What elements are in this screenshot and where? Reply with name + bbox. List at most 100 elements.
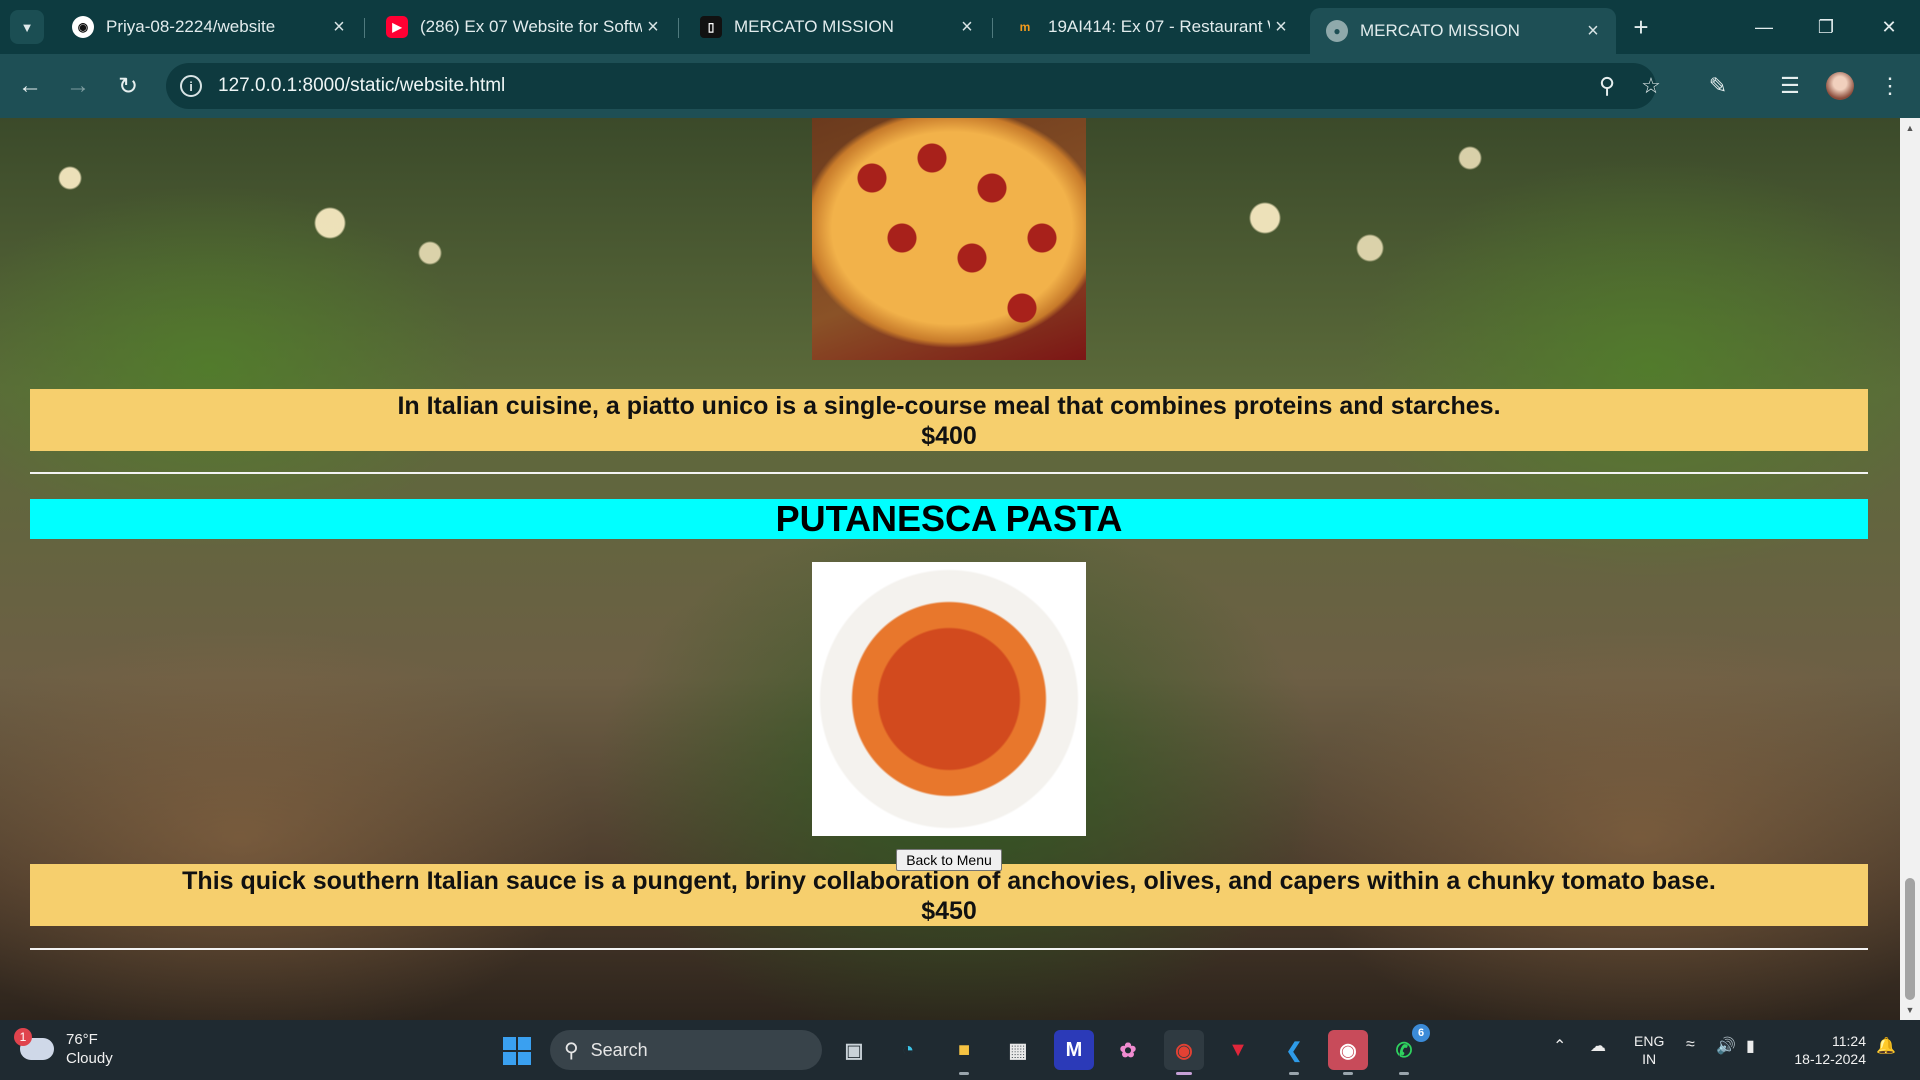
- store-icon[interactable]: ▦: [998, 1030, 1038, 1070]
- tab-title: (286) Ex 07 Website for Softw: [420, 17, 642, 36]
- onedrive-icon[interactable]: ☁: [1590, 1036, 1606, 1056]
- tab-mercato-1[interactable]: ▯ MERCATO MISSION ×: [684, 8, 990, 46]
- dish-description-box: In Italian cuisine, a piatto unico is a …: [30, 389, 1868, 451]
- section-divider: [30, 472, 1868, 474]
- weather-condition: Cloudy: [66, 1050, 113, 1067]
- recorder-icon[interactable]: ◉: [1328, 1030, 1368, 1075]
- tab-github[interactable]: ◉ Priya-08-2224/website ×: [56, 8, 362, 46]
- edge-icon[interactable]: ◔: [888, 1030, 928, 1070]
- tab-separator: [992, 18, 993, 38]
- browser-toolbar: ← → ↻ i 127.0.0.1:8000/static/website.ht…: [0, 54, 1920, 118]
- bookmark-star-icon[interactable]: ☆: [1636, 71, 1666, 101]
- back-button[interactable]: ←: [12, 68, 48, 104]
- pepperoni-pizza-image: [812, 118, 1086, 360]
- section-divider: [30, 948, 1868, 950]
- extensions-icon[interactable]: ✎: [1700, 68, 1736, 104]
- clock-date: 18-12-2024: [1794, 1051, 1866, 1067]
- whatsapp-icon[interactable]: ✆ 6: [1384, 1024, 1430, 1075]
- close-icon[interactable]: ×: [956, 16, 978, 39]
- tab-title: Priya-08-2224/website: [106, 17, 276, 36]
- profile-avatar[interactable]: [1826, 72, 1854, 100]
- weather-badge: 1: [14, 1028, 32, 1046]
- address-bar[interactable]: i 127.0.0.1:8000/static/website.html ⚲ ☆: [166, 63, 1661, 109]
- close-icon[interactable]: ×: [328, 16, 350, 39]
- tab-title: MERCATO MISSION: [1360, 21, 1520, 40]
- new-tab-button[interactable]: +: [1624, 10, 1658, 44]
- mcafee-icon[interactable]: ▼: [1218, 1030, 1258, 1070]
- mobile-icon: ▯: [700, 16, 722, 38]
- globe-icon: ●: [1326, 20, 1348, 42]
- back-to-menu-button[interactable]: Back to Menu: [896, 849, 1002, 871]
- close-icon: ✕: [1881, 16, 1897, 37]
- weather-widget[interactable]: 1 76°F Cloudy: [14, 1028, 113, 1068]
- putanesca-pasta-image: [812, 562, 1086, 836]
- tab-title: MERCATO MISSION: [734, 17, 894, 36]
- dish-price: $450: [921, 897, 977, 925]
- scroll-up-icon[interactable]: ▲: [1900, 120, 1920, 136]
- github-icon: ◉: [72, 16, 94, 38]
- close-window-button[interactable]: ✕: [1858, 0, 1920, 54]
- reload-icon: ↻: [117, 72, 139, 100]
- battery-icon[interactable]: ▮: [1746, 1036, 1755, 1056]
- chevron-down-icon: ▼: [20, 19, 34, 35]
- arrow-right-icon: →: [66, 72, 90, 99]
- volume-icon[interactable]: 🔊: [1716, 1036, 1736, 1056]
- copilot-icon[interactable]: ✿: [1108, 1030, 1148, 1070]
- chrome-icon[interactable]: ◉: [1164, 1030, 1204, 1075]
- show-hidden-icons-icon[interactable]: ⌃: [1553, 1036, 1566, 1056]
- task-view-icon[interactable]: ▣: [834, 1030, 874, 1070]
- url-text[interactable]: 127.0.0.1:8000/static/website.html: [218, 75, 505, 97]
- youtube-icon: ▶: [386, 16, 408, 38]
- tab-mercato-active[interactable]: ● MERCATO MISSION ×: [1310, 8, 1616, 54]
- scrollbar-thumb[interactable]: [1905, 878, 1915, 1000]
- tab-strip: ▼ ◉ Priya-08-2224/website × ▶ (286) Ex 0…: [0, 0, 1920, 54]
- lang-region: IN: [1642, 1051, 1657, 1067]
- notification-bell-icon[interactable]: 🔔: [1876, 1036, 1896, 1056]
- search-label: Search: [590, 1039, 648, 1060]
- moodle-icon: m: [1019, 20, 1031, 34]
- dish-description: In Italian cuisine, a piatto unico is a …: [397, 392, 1501, 420]
- restore-button[interactable]: ❐: [1795, 0, 1857, 54]
- taskbar-search[interactable]: ⚲ Search: [550, 1030, 822, 1070]
- lang-code: ENG: [1634, 1033, 1665, 1049]
- clock-time: 11:24: [1832, 1033, 1866, 1049]
- whatsapp-badge: 6: [1412, 1024, 1430, 1042]
- media-control-icon[interactable]: ☰: [1772, 68, 1808, 104]
- powerapps-icon[interactable]: M: [1054, 1030, 1094, 1070]
- tab-separator: [364, 18, 365, 38]
- wifi-icon[interactable]: ≈: [1686, 1036, 1695, 1054]
- clock[interactable]: 11:24 18-12-2024: [1782, 1032, 1866, 1068]
- restore-icon: ❐: [1817, 16, 1835, 37]
- minimize-icon: —: [1755, 16, 1773, 37]
- tab-youtube[interactable]: ▶ (286) Ex 07 Website for Softw ×: [370, 8, 676, 46]
- tab-moodle[interactable]: m 19AI414: Ex 07 - Restaurant W ×: [998, 8, 1304, 46]
- zoom-icon[interactable]: ⚲: [1592, 71, 1622, 101]
- reload-button[interactable]: ↻: [110, 68, 146, 104]
- scroll-down-icon[interactable]: ▼: [1900, 1002, 1920, 1018]
- forward-button[interactable]: →: [60, 68, 96, 104]
- dish-price: $400: [921, 422, 977, 450]
- search-icon: ⚲: [564, 1039, 579, 1062]
- site-info-icon[interactable]: i: [180, 75, 202, 97]
- minimize-button[interactable]: —: [1733, 0, 1795, 54]
- tab-title: 19AI414: Ex 07 - Restaurant W: [1048, 17, 1270, 36]
- page-viewport: In Italian cuisine, a piatto unico is a …: [0, 118, 1900, 1020]
- language-indicator[interactable]: ENG IN: [1634, 1032, 1664, 1068]
- close-icon[interactable]: ×: [1270, 16, 1292, 39]
- menu-kebab-icon[interactable]: ⋮: [1872, 68, 1908, 104]
- plus-icon: +: [1633, 11, 1649, 42]
- start-button[interactable]: [503, 1037, 531, 1065]
- weather-temp: 76°F: [66, 1031, 98, 1048]
- close-icon[interactable]: ×: [1582, 20, 1604, 43]
- page-scrollbar[interactable]: ▲ ▼: [1900, 118, 1920, 1020]
- cloud-icon: 1: [14, 1028, 54, 1060]
- windows-taskbar: 1 76°F Cloudy ⚲ Search ▣ ◔ ■ ▦ M ✿ ◉ ▼ ❮…: [0, 1020, 1920, 1080]
- arrow-left-icon: ←: [18, 72, 42, 99]
- dish-title: PUTANESCA PASTA: [30, 499, 1868, 539]
- tab-search-button[interactable]: ▼: [10, 10, 44, 44]
- dish-description-box: This quick southern Italian sauce is a p…: [30, 864, 1868, 926]
- close-icon[interactable]: ×: [642, 16, 664, 39]
- tab-separator: [678, 18, 679, 38]
- vscode-icon[interactable]: ❮: [1274, 1030, 1314, 1075]
- file-explorer-icon[interactable]: ■: [944, 1030, 984, 1075]
